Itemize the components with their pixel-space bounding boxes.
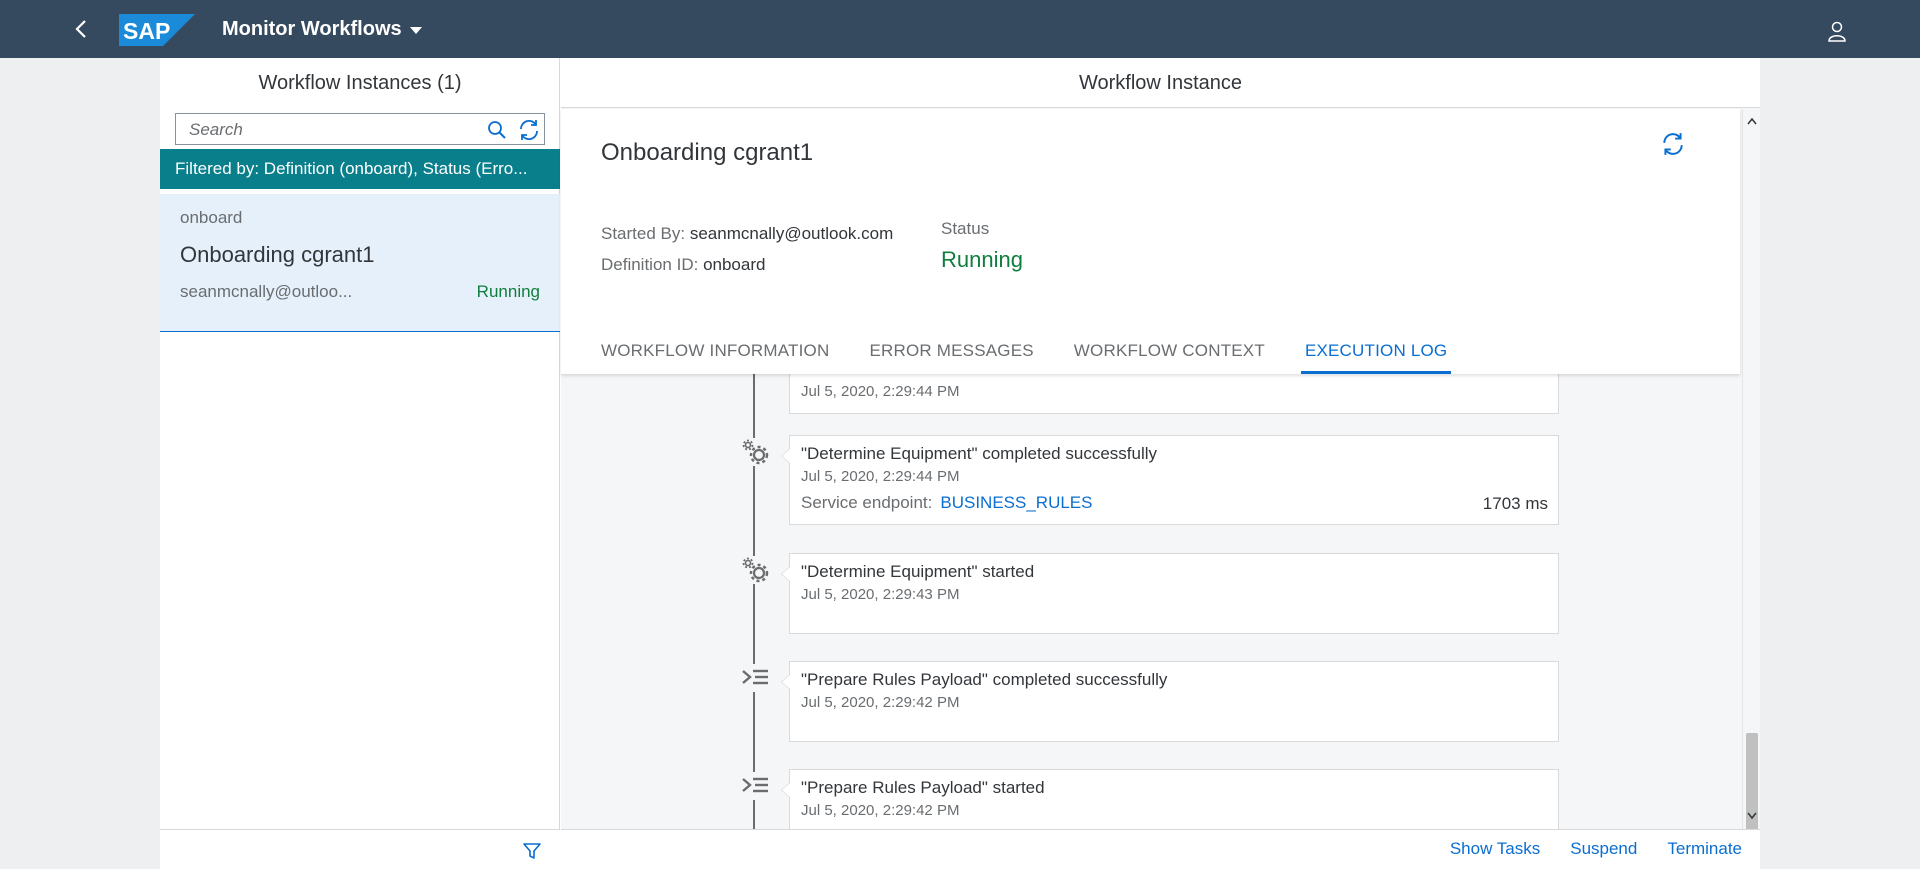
filter-info-bar[interactable]: Filtered by: Definition (onboard), Statu… <box>160 149 560 189</box>
back-arrow-icon[interactable] <box>70 17 94 41</box>
terminate-button[interactable]: Terminate <box>1667 839 1742 859</box>
user-icon[interactable] <box>1825 19 1849 43</box>
log-entry-date: Jul 5, 2020, 2:29:44 PM <box>801 383 960 400</box>
scroll-up-icon[interactable] <box>1747 117 1757 125</box>
tab-execution-log[interactable]: EXECUTION LOG <box>1300 336 1452 374</box>
filter-icon[interactable] <box>521 840 543 862</box>
service-endpoint-label: Service endpoint: <box>801 493 933 512</box>
app-title-menu[interactable]: Monitor Workflows <box>222 18 422 41</box>
script-task-icon <box>741 772 769 800</box>
instance-title: Onboarding cgrant1 <box>601 139 814 166</box>
log-entry: "Determine Equipment" started Jul 5, 202… <box>781 553 1559 634</box>
shell-bar: SAP Monitor Workflows <box>0 0 1920 58</box>
script-task-icon <box>741 664 769 692</box>
service-endpoint-link[interactable]: BUSINESS_RULES <box>940 493 1092 512</box>
sap-logo[interactable]: SAP <box>119 14 195 46</box>
object-header: Onboarding cgrant1 Started By: seanmcnal… <box>561 109 1740 374</box>
tab-workflow-information[interactable]: WORKFLOW INFORMATION <box>601 336 829 374</box>
detail-pane: Workflow Instance Onboarding cgrant1 Sta… <box>561 58 1760 869</box>
log-entry: Jul 5, 2020, 2:29:44 PM <box>789 374 1559 414</box>
status-label: Status <box>941 219 990 238</box>
list-item-started-by: seanmcnally@outloo... <box>180 282 353 301</box>
log-entry-date: Jul 5, 2020, 2:29:42 PM <box>801 694 960 711</box>
log-entry-date: Jul 5, 2020, 2:29:44 PM <box>801 468 960 485</box>
started-by-label: Started By: <box>601 224 686 243</box>
service-endpoint: Service endpoint: BUSINESS_RULES <box>801 493 1093 513</box>
definition-id-attribute: Definition ID: onboard <box>601 255 765 275</box>
log-entry-title: "Prepare Rules Payload" started <box>801 778 1045 797</box>
gears-icon <box>741 556 769 584</box>
search-placeholder: Search <box>189 120 243 139</box>
gears-icon <box>741 438 769 466</box>
log-entry-date: Jul 5, 2020, 2:29:42 PM <box>801 802 960 819</box>
master-pane: Workflow Instances (1) Search Filtered b… <box>160 58 560 869</box>
list-item-definition: onboard <box>180 208 243 227</box>
master-title: Workflow Instances (1) <box>258 72 462 94</box>
vertical-scrollbar[interactable] <box>1742 109 1760 833</box>
list-item-title: Onboarding cgrant1 <box>180 242 375 267</box>
list-item-status: Running <box>476 282 540 301</box>
tab-bar: WORKFLOW INFORMATION ERROR MESSAGES WORK… <box>601 336 1487 374</box>
detail-footer: Show Tasks Suspend Terminate <box>561 829 1760 869</box>
log-entry-date: Jul 5, 2020, 2:29:43 PM <box>801 586 960 603</box>
definition-id-label: Definition ID: <box>601 255 699 274</box>
show-tasks-button[interactable]: Show Tasks <box>1450 839 1540 859</box>
started-by-value: seanmcnally@outlook.com <box>689 224 894 243</box>
definition-id-value: onboard <box>703 255 766 274</box>
master-footer <box>160 829 560 869</box>
log-entry: "Prepare Rules Payload" started Jul 5, 2… <box>781 769 1559 829</box>
app-title: Monitor Workflows <box>222 18 402 40</box>
log-entry: "Prepare Rules Payload" completed succes… <box>781 661 1559 742</box>
started-by-attribute: Started By: seanmcnally@outlook.com <box>601 224 893 244</box>
app-container: Workflow Instances (1) Search Filtered b… <box>160 58 1760 869</box>
tab-error-messages[interactable]: ERROR MESSAGES <box>869 336 1033 374</box>
log-entry: "Determine Equipment" completed successf… <box>781 435 1559 525</box>
log-entry-title: "Determine Equipment" completed successf… <box>801 444 1158 463</box>
suspend-button[interactable]: Suspend <box>1570 839 1637 859</box>
list-item[interactable]: onboard Onboarding cgrant1 seanmcnally@o… <box>160 194 560 332</box>
refresh-icon[interactable] <box>517 118 541 142</box>
caret-down-icon <box>409 27 422 34</box>
search-icon[interactable] <box>487 120 507 140</box>
execution-log[interactable]: Jul 5, 2020, 2:29:44 PM "Determine Equip… <box>561 374 1740 829</box>
log-entry-title: "Prepare Rules Payload" completed succes… <box>801 670 1168 689</box>
detail-title: Workflow Instance <box>561 58 1760 108</box>
refresh-icon[interactable] <box>1660 131 1686 157</box>
footer-actions: Show Tasks Suspend Terminate <box>1450 839 1742 859</box>
scroll-down-icon[interactable] <box>1747 812 1757 820</box>
log-entry-duration: 1703 ms <box>1482 494 1548 513</box>
log-entry-title: "Determine Equipment" started <box>801 562 1035 581</box>
status-value: Running <box>941 247 1023 272</box>
svg-text:SAP: SAP <box>123 18 170 44</box>
search-input[interactable]: Search <box>175 113 545 145</box>
tab-workflow-context[interactable]: WORKFLOW CONTEXT <box>1074 336 1265 374</box>
